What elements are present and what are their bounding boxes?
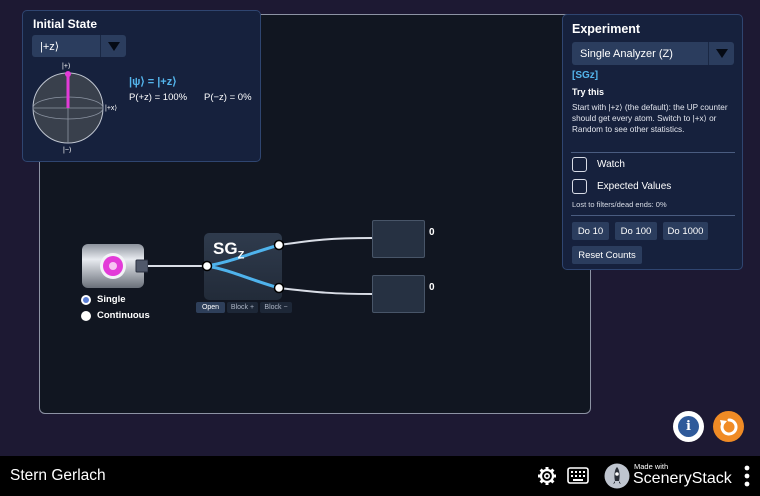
sg-label-text: SG [213,239,238,258]
keyboard-icon[interactable] [567,467,589,484]
detector-up-count: 0 [429,227,435,238]
gear-icon[interactable] [537,466,557,486]
open-button[interactable]: Open [196,302,225,313]
menu-dots-icon[interactable] [743,465,751,487]
detector-down-count: 0 [429,282,435,293]
info-button[interactable]: i [673,411,704,442]
sg-axis-label: Z [237,249,245,262]
brand-name: SceneryStack [633,470,732,487]
detector-up [372,220,425,258]
sim-title: Stern Gerlach [10,467,106,484]
sg-label: SGZ [213,239,244,261]
detector-down [372,275,425,313]
info-icon: i [678,416,699,437]
block-plus-button[interactable]: Block + [227,302,258,313]
reset-all-button[interactable] [713,411,744,442]
reset-icon [719,417,738,435]
block-minus-button[interactable]: Block − [260,302,292,313]
navigation-bar: Stern Gerlach Made with SceneryStack [0,456,760,496]
sim-screen: Initial State |+z⟩ |+⟩ |−⟩ |+x⟩ |ψ⟩ = |+… [0,0,760,456]
scenerystack-logo-icon [604,463,630,489]
